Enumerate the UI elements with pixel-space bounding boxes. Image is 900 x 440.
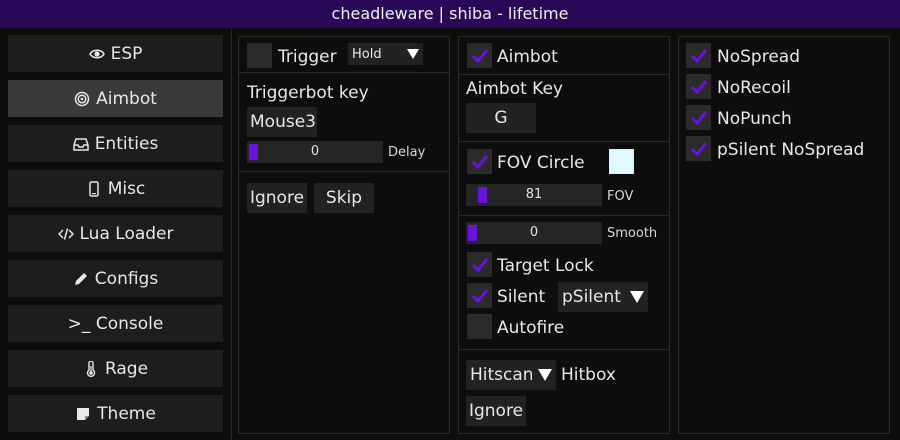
check-icon — [690, 141, 707, 156]
smooth-slider[interactable]: 0 — [466, 222, 602, 244]
caret-down-icon — [630, 282, 644, 312]
sidebar-item-console[interactable]: >_ Console — [8, 305, 223, 342]
fov-color-swatch[interactable] — [609, 149, 634, 174]
sidebar-item-label: Configs — [94, 268, 159, 289]
check-icon — [471, 154, 488, 169]
eye-icon — [88, 46, 105, 62]
hitbox-dropdown[interactable]: Hitscan — [466, 360, 556, 390]
pencil-icon — [73, 271, 89, 287]
aimbot-checkbox[interactable] — [467, 43, 492, 68]
hitbox-value: Hitscan — [470, 365, 532, 385]
delay-slider[interactable]: 0 — [247, 141, 383, 163]
fov-label: FOV — [607, 189, 634, 204]
hitbox-label: Hitbox — [561, 365, 616, 385]
trigger-label: Trigger — [278, 47, 337, 67]
caret-down-icon — [407, 43, 419, 65]
check-icon — [690, 48, 707, 63]
sidebar-item-rage[interactable]: Rage — [8, 350, 223, 387]
sidebar-item-lua-loader[interactable]: Lua Loader — [8, 215, 223, 252]
delay-value: 0 — [310, 144, 320, 159]
fov-value: 81 — [525, 187, 543, 202]
ignore-button[interactable]: Ignore — [247, 183, 307, 213]
sidebar-item-label: Entities — [94, 133, 159, 154]
nospread-label: NoSpread — [717, 47, 800, 67]
silent-mode-value: pSilent — [562, 287, 621, 307]
smooth-label: Smooth — [607, 226, 658, 241]
sidebar-item-label: Rage — [104, 358, 149, 379]
sidebar-item-configs[interactable]: Configs — [8, 260, 223, 297]
sidebar-item-label: ESP — [110, 43, 143, 64]
target-icon — [74, 91, 90, 107]
sidebar-item-aimbot[interactable]: Aimbot — [8, 80, 223, 117]
sidebar-item-label: Misc — [107, 178, 146, 199]
trigger-mode-dropdown[interactable]: Hold — [348, 43, 423, 65]
silent-mode-dropdown[interactable]: pSilent — [558, 282, 648, 312]
sidebar-item-label: Theme — [97, 403, 156, 424]
inbox-icon — [72, 136, 89, 152]
aimbot-key-label: Aimbot Key — [466, 79, 563, 99]
sidebar-item-label: Lua Loader — [79, 223, 174, 244]
trigger-mode-value: Hold — [352, 46, 382, 62]
check-icon — [471, 257, 488, 272]
check-icon — [690, 110, 707, 125]
aimbot-key-button[interactable]: G — [466, 103, 536, 133]
note-icon — [75, 406, 91, 422]
psilent-nospread-checkbox[interactable] — [686, 136, 711, 161]
aimbot-label: Aimbot — [497, 47, 558, 67]
separator — [459, 349, 669, 350]
fov-slider[interactable]: 81 — [466, 184, 602, 206]
sidebar-item-theme[interactable]: Theme — [8, 395, 223, 432]
psilent-nospread-label: pSilent NoSpread — [717, 140, 865, 160]
nopunch-label: NoPunch — [717, 109, 792, 129]
nopunch-checkbox[interactable] — [686, 105, 711, 130]
separator — [459, 74, 669, 75]
check-icon — [471, 288, 488, 303]
autofire-label: Autofire — [497, 318, 565, 338]
autofire-checkbox[interactable] — [467, 314, 492, 339]
triggerbot-key-label: Triggerbot key — [247, 83, 369, 103]
skip-button[interactable]: Skip — [314, 183, 374, 213]
sidebar-item-label: >_ Console — [67, 313, 164, 334]
thermometer-icon — [83, 360, 99, 377]
aimbot-ignore-button[interactable]: Ignore — [466, 396, 526, 426]
silent-label: Silent — [497, 287, 546, 307]
sidebar-item-misc[interactable]: Misc — [8, 170, 223, 207]
window-title: cheadleware | shiba - lifetime — [0, 0, 900, 28]
separator — [459, 141, 669, 142]
check-icon — [690, 79, 707, 94]
silent-checkbox[interactable] — [467, 283, 492, 308]
sidebar-item-esp[interactable]: ESP — [8, 35, 223, 72]
code-icon — [57, 226, 74, 242]
fov-circle-checkbox[interactable] — [467, 149, 492, 174]
check-icon — [471, 48, 488, 63]
norecoil-label: NoRecoil — [717, 78, 791, 98]
delay-label: Delay — [388, 145, 426, 160]
phone-icon — [86, 180, 102, 197]
fov-circle-label: FOV Circle — [497, 153, 585, 173]
target-lock-label: Target Lock — [497, 256, 594, 276]
nospread-checkbox[interactable] — [686, 43, 711, 68]
target-lock-checkbox[interactable] — [467, 252, 492, 277]
divider — [231, 28, 232, 440]
smooth-value: 0 — [529, 225, 539, 240]
sidebar-item-entities[interactable]: Entities — [8, 125, 223, 162]
separator — [239, 72, 449, 73]
caret-down-icon — [536, 360, 552, 390]
separator — [239, 171, 449, 172]
sidebar-item-label: Aimbot — [96, 88, 157, 109]
separator — [459, 215, 669, 216]
norecoil-checkbox[interactable] — [686, 74, 711, 99]
trigger-checkbox[interactable] — [247, 43, 272, 68]
triggerbot-key-button[interactable]: Mouse3 — [247, 107, 317, 137]
